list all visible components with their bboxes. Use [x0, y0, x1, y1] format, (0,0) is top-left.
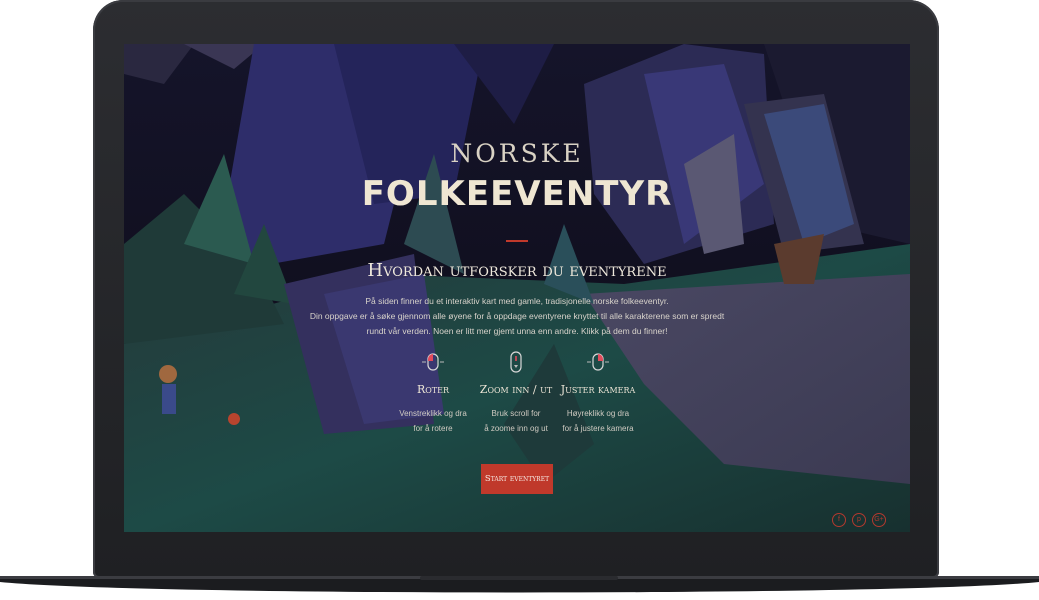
section-heading: Hvordan utforsker du eventyrene — [367, 260, 667, 281]
intro-line: Din oppgave er å søke gjennom alle øyene… — [309, 311, 725, 321]
title-folkeeventyr: FOLKEEVENTYR — [361, 174, 673, 214]
mouse-scroll-icon — [510, 351, 522, 373]
hero-overlay: NORSKE FOLKEEVENTYR Hvordan utforsker du… — [124, 44, 910, 532]
facebook-icon[interactable]: f — [832, 513, 846, 527]
intro-line: rundt vår verden. Noen er litt mer gjemt… — [366, 326, 668, 336]
control-desc-line: for å justere kamera — [562, 424, 634, 433]
mouse-left-click-icon — [422, 353, 444, 371]
control-camera: Juster kamera Høyreklikk og dra for å ju… — [538, 349, 658, 436]
mouse-right-click-icon — [587, 353, 609, 371]
control-desc-line: Høyreklikk og dra — [566, 409, 630, 418]
start-adventure-button[interactable]: Start eventyret — [481, 464, 553, 494]
intro-text: På siden finner du et interaktiv kart me… — [124, 294, 910, 339]
screen: NORSKE FOLKEEVENTYR Hvordan utforsker du… — [124, 44, 910, 532]
title-divider — [506, 240, 528, 242]
intro-line: På siden finner du et interaktiv kart me… — [365, 296, 669, 306]
title-norske: NORSKE — [450, 139, 584, 168]
laptop-base — [0, 576, 1039, 593]
control-camera-desc: Høyreklikk og dra for å justere kamera — [538, 406, 658, 436]
google-plus-icon[interactable]: G+ — [872, 513, 886, 527]
control-camera-title: Juster kamera — [560, 383, 636, 396]
pinterest-icon[interactable]: p — [852, 513, 866, 527]
